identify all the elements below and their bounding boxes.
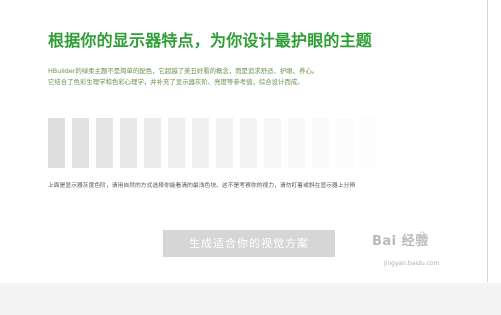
description-line-1: HBuilder的绿柔主题不是简单的配色，它超越了美丑好看的概念，而是追求舒适、…: [48, 67, 319, 75]
grayscale-swatch-strip: [48, 118, 377, 168]
gray-swatch[interactable]: [312, 118, 329, 168]
grayscale-instruction: 上面是显示器灰度色阶，请用自然的方式选择你能看清的最浅色块。这不是考察你的视力，…: [48, 183, 356, 189]
theme-wizard-page: 根据你的显示器特点，为你设计最护眼的主题 HBuilder的绿柔主题不是简单的配…: [0, 0, 501, 315]
gray-swatch[interactable]: [240, 118, 257, 168]
generate-scheme-button[interactable]: 生成适合你的视觉方案: [163, 230, 335, 257]
gray-swatch[interactable]: [168, 118, 185, 168]
paw-icon: ❀: [416, 228, 429, 246]
gray-swatch[interactable]: [48, 118, 65, 168]
gray-swatch[interactable]: [96, 118, 113, 168]
page-title: 根据你的显示器特点，为你设计最护眼的主题: [48, 31, 373, 50]
gray-swatch[interactable]: [192, 118, 209, 168]
description-line-2: 它结合了色彩生理学和色彩心理学，并补充了显示器灰阶、亮度等参考值，综合设计而成。: [48, 78, 304, 86]
gray-swatch[interactable]: [144, 118, 161, 168]
baidu-watermark: Bai 经验 ❀ jingyan.baidu.com: [372, 228, 492, 274]
watermark-url: jingyan.baidu.com: [384, 260, 440, 267]
gray-swatch[interactable]: [288, 118, 305, 168]
bottom-area: [0, 283, 501, 315]
gray-swatch[interactable]: [264, 118, 281, 168]
gray-swatch[interactable]: [72, 118, 89, 168]
gray-swatch[interactable]: [336, 118, 353, 168]
gray-swatch[interactable]: [216, 118, 233, 168]
gray-swatch[interactable]: [120, 118, 137, 168]
gray-swatch[interactable]: [360, 118, 377, 168]
